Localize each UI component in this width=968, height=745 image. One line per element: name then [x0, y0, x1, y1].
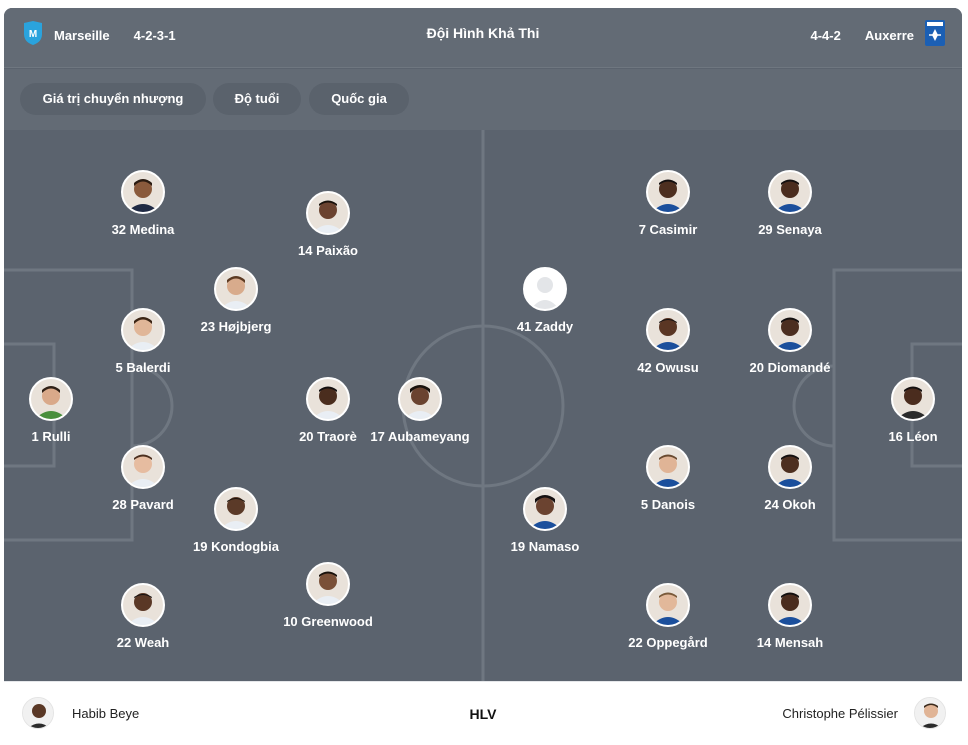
player-label: 41 Zaddy: [516, 319, 574, 334]
player-label: 10 Greenwood: [283, 614, 373, 629]
player-label: 14 Paixão: [298, 243, 358, 258]
home-player-aubameyang[interactable]: 17 Aubameyang: [360, 377, 480, 445]
home-player-rulli[interactable]: 1 Rulli: [4, 377, 111, 445]
home-player-weah[interactable]: 22 Weah: [83, 583, 203, 651]
player-photo: [768, 308, 812, 352]
player-label: 17 Aubameyang: [370, 429, 470, 444]
away-team-info: 4-4-2 Auxerre: [810, 19, 947, 52]
player-photo: [768, 445, 812, 489]
player-label: 32 Medina: [111, 222, 175, 237]
player-photo: [646, 170, 690, 214]
player-photo: [121, 445, 165, 489]
player-photo: [523, 487, 567, 531]
away-team-name[interactable]: Auxerre: [865, 28, 914, 43]
player-photo: [214, 487, 258, 531]
lineup-header: M Marseille 4-2-3-1 Đội Hình Khả Thi 4-4…: [4, 8, 962, 68]
player-label: 1 Rulli: [31, 429, 71, 444]
home-player-kondogbia[interactable]: 19 Kondogbia: [176, 487, 296, 555]
player-photo: [768, 583, 812, 627]
coach-photo: [914, 697, 946, 729]
home-player-balerdi[interactable]: 5 Balerdi: [83, 308, 203, 376]
player-photo: [214, 267, 258, 311]
player-label: 22 Weah: [116, 635, 170, 650]
away-player-diomande[interactable]: 20 Diomandé: [730, 308, 850, 376]
player-photo: [646, 583, 690, 627]
away-player-mensah[interactable]: 14 Mensah: [730, 583, 850, 651]
player-photo: [398, 377, 442, 421]
player-photo: [768, 170, 812, 214]
home-player-paixao[interactable]: 14 Paixão: [268, 191, 388, 259]
away-player-owusu[interactable]: 42 Owusu: [608, 308, 728, 376]
away-formation: 4-4-2: [810, 27, 841, 43]
auxerre-crest-icon: [924, 19, 946, 52]
player-photo: [891, 377, 935, 421]
away-player-senaya[interactable]: 29 Senaya: [730, 170, 850, 238]
player-photo: [121, 170, 165, 214]
away-player-okoh[interactable]: 24 Okoh: [730, 445, 850, 513]
player-photo: [646, 308, 690, 352]
home-player-greenwood[interactable]: 10 Greenwood: [268, 562, 388, 630]
coaches-bar: Habib Beye HLV Christophe Pélissier: [4, 681, 962, 745]
away-player-namaso[interactable]: 19 Namaso: [485, 487, 605, 555]
player-label: 5 Balerdi: [115, 360, 171, 375]
player-label: 19 Kondogbia: [193, 539, 279, 554]
player-photo: [121, 583, 165, 627]
away-player-leon[interactable]: 16 Léon: [853, 377, 962, 445]
player-label: 24 Okoh: [764, 497, 816, 512]
home-player-medina[interactable]: 32 Medina: [83, 170, 203, 238]
filter-market-value-button[interactable]: Giá trị chuyển nhượng: [20, 83, 206, 115]
player-label: 29 Senaya: [758, 222, 822, 237]
away-coach[interactable]: Christophe Pélissier: [782, 696, 946, 730]
player-label: 19 Namaso: [510, 539, 580, 554]
filter-nationality-button[interactable]: Quốc gia: [309, 83, 409, 115]
player-photo: [306, 377, 350, 421]
away-player-casimir[interactable]: 7 Casimir: [608, 170, 728, 238]
player-label: 7 Casimir: [638, 222, 698, 237]
player-label: 5 Danois: [640, 497, 696, 512]
away-player-danois[interactable]: 5 Danois: [608, 445, 728, 513]
player-label: 20 Diomandé: [749, 360, 831, 375]
filter-age-button[interactable]: Độ tuổi: [213, 83, 301, 115]
player-label: 16 Léon: [888, 429, 938, 444]
away-coach-name: Christophe Pélissier: [782, 705, 898, 721]
player-photo: [121, 308, 165, 352]
away-player-zaddy[interactable]: 41 Zaddy: [485, 267, 605, 335]
player-photo-placeholder: [523, 267, 567, 311]
player-label: 14 Mensah: [756, 635, 824, 650]
player-label: 22 Oppegård: [628, 635, 708, 650]
lineup-card: M Marseille 4-2-3-1 Đội Hình Khả Thi 4-4…: [4, 8, 962, 745]
player-photo: [646, 445, 690, 489]
filter-bar: Giá trị chuyển nhượng Độ tuổi Quốc gia: [4, 69, 962, 130]
player-photo: [29, 377, 73, 421]
away-player-oppegard[interactable]: 22 Oppegård: [608, 583, 728, 651]
pitch: 32 Medina 14 Paixão 23 Højbjerg 5 Balerd…: [4, 130, 962, 681]
player-photo: [306, 562, 350, 606]
player-label: 42 Owusu: [637, 360, 699, 375]
player-photo: [306, 191, 350, 235]
